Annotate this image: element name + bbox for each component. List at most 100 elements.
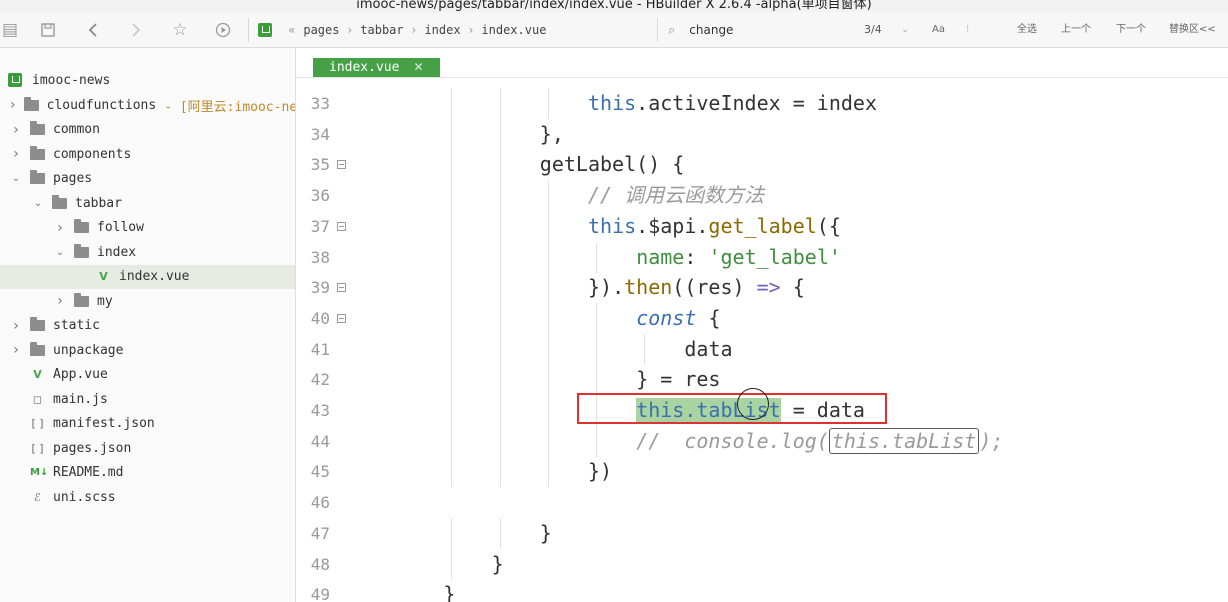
find-dropdown-icon[interactable]: ⌄: [901, 20, 909, 40]
folder-icon: [30, 145, 45, 160]
indent-guide: [547, 364, 549, 396]
code-line[interactable]: 39}).then((res) => {: [297, 272, 1228, 304]
chevron-right-icon[interactable]: ›: [10, 122, 22, 138]
new-file-icon[interactable]: ▤: [0, 20, 20, 40]
code-token: }): [588, 459, 613, 484]
code-line[interactable]: 37 this.$api.get_label({: [297, 210, 1228, 242]
select-all-button[interactable]: 全选: [1017, 20, 1037, 40]
code-text: }: [540, 518, 552, 549]
chevron-right-icon[interactable]: ›: [10, 146, 22, 162]
code-line[interactable]: 33 this.activeIndex = index: [297, 88, 1228, 119]
tab-index-vue[interactable]: index.vue ✕: [313, 58, 440, 77]
code-line[interactable]: 49}: [297, 579, 1228, 602]
code-line[interactable]: 34},: [297, 118, 1228, 150]
code-line[interactable]: 38 name: 'get_label': [297, 241, 1228, 273]
tree-item-label: unpackage: [53, 342, 124, 358]
indent-guide: [451, 180, 453, 212]
code-token: data: [684, 336, 733, 361]
star-icon[interactable]: ☆: [170, 20, 190, 40]
tree-item-label: my: [97, 293, 113, 309]
indent-guide: [451, 118, 453, 150]
project-root[interactable]: imooc-news: [0, 68, 295, 92]
tree-item[interactable]: ›◻main.js: [0, 387, 295, 411]
breadcrumb-item[interactable]: pages: [303, 23, 339, 37]
code-line[interactable]: 47}: [297, 517, 1228, 549]
md-file-icon: M↓: [30, 467, 49, 478]
back-icon[interactable]: [83, 20, 103, 40]
project-logo-icon: [258, 23, 272, 37]
fold-toggle-icon[interactable]: [337, 313, 346, 323]
fold-toggle-icon[interactable]: [337, 283, 346, 293]
chevron-down-icon[interactable]: ⌄: [32, 198, 44, 209]
indent-guide: [451, 88, 453, 119]
code-line[interactable]: 40 const {: [297, 302, 1228, 334]
breadcrumb-item[interactable]: index: [424, 23, 460, 37]
tree-item[interactable]: ›ℰuni.scss: [0, 485, 295, 509]
tree-item[interactable]: › cloudfunctions - [阿里云:imooc-news]: [0, 93, 295, 117]
tree-item[interactable]: ›M↓README.md: [0, 461, 295, 485]
find-prev-button[interactable]: 上一个: [1061, 20, 1091, 40]
tree-item[interactable]: › common: [0, 118, 295, 142]
chevron-right-icon[interactable]: ›: [10, 318, 22, 334]
fold-toggle-icon[interactable]: [337, 160, 346, 170]
breadcrumb-item[interactable]: tabbar: [360, 23, 403, 37]
indent-guide: [451, 272, 453, 304]
save-icon[interactable]: [38, 20, 58, 40]
code-line[interactable]: 36 // 调用云函数方法: [297, 180, 1228, 212]
find-box[interactable]: ⌕ change: [668, 20, 733, 40]
chevron-down-icon[interactable]: ⌄: [54, 247, 66, 258]
find-input[interactable]: change: [689, 23, 733, 37]
breadcrumb-back-icon[interactable]: «: [288, 23, 295, 37]
match-case-toggle[interactable]: Aa: [932, 20, 945, 40]
chevron-right-icon[interactable]: ›: [10, 97, 16, 113]
indent-guide: [451, 241, 453, 273]
indent-guide: [499, 88, 501, 119]
breadcrumb-item[interactable]: index.vue: [481, 23, 546, 37]
code-line[interactable]: 45}): [297, 456, 1228, 488]
title-bar: imooc-news/pages/tabbar/index/index.vue …: [0, 0, 1228, 12]
tree-item[interactable]: ›[ ]manifest.json: [0, 412, 295, 436]
tree-item[interactable]: ›Vindex.vue: [0, 264, 295, 289]
code-line[interactable]: 48}: [297, 548, 1228, 580]
fold-toggle-icon[interactable]: [337, 221, 346, 231]
tree-item[interactable]: ⌄ pages: [0, 167, 295, 191]
code-line[interactable]: 41 data: [297, 333, 1228, 365]
code-line[interactable]: 44 // console.log(this.tabList);: [297, 425, 1228, 457]
tree-item[interactable]: ›[ ]pages.json: [0, 436, 295, 460]
line-number: 40: [310, 308, 330, 328]
chevron-down-icon[interactable]: ⌄: [10, 173, 22, 184]
indent-guide: [499, 395, 501, 426]
code-line[interactable]: 46: [297, 487, 1228, 518]
toolbar-divider: [657, 18, 658, 42]
tree-item-label: index: [97, 244, 137, 260]
code-line[interactable]: 35 getLabel() {: [297, 149, 1228, 181]
tree-item[interactable]: › follow: [0, 216, 295, 240]
chevron-right-icon[interactable]: ›: [54, 220, 66, 236]
indent-guide: [547, 272, 549, 304]
indent-guide: [547, 88, 549, 119]
tree-item[interactable]: › static: [0, 314, 295, 338]
project-name: imooc-news: [32, 72, 111, 88]
tree-item[interactable]: › my: [0, 289, 295, 313]
tree-item[interactable]: › components: [0, 142, 295, 166]
close-icon[interactable]: ✕: [413, 60, 423, 74]
indent-guide: [547, 210, 549, 242]
forward-icon[interactable]: [126, 20, 146, 40]
code-editor[interactable]: index.vue ✕ 33 this.activeIndex = index 34}…: [297, 48, 1228, 602]
run-icon[interactable]: [213, 20, 233, 40]
tree-item[interactable]: ⌄ tabbar: [0, 191, 295, 215]
replace-toggle-button[interactable]: 替换区<<: [1169, 20, 1216, 40]
tree-item[interactable]: › unpackage: [0, 338, 295, 362]
tree-item[interactable]: ›VApp.vue: [0, 363, 295, 387]
indent-guide: [451, 395, 453, 426]
tree-item[interactable]: ⌄ index: [0, 240, 295, 264]
line-number: 41: [310, 339, 330, 359]
chevron-right-icon[interactable]: ›: [10, 342, 22, 358]
indent-guide: [499, 272, 501, 304]
find-next-button[interactable]: 下一个: [1116, 20, 1146, 40]
indent-guide: [596, 302, 597, 334]
line-number: 38: [310, 247, 330, 267]
regex-toggle[interactable]: ⁝: [966, 20, 969, 40]
chevron-right-icon[interactable]: ›: [54, 293, 66, 309]
code-token: {: [696, 305, 721, 330]
